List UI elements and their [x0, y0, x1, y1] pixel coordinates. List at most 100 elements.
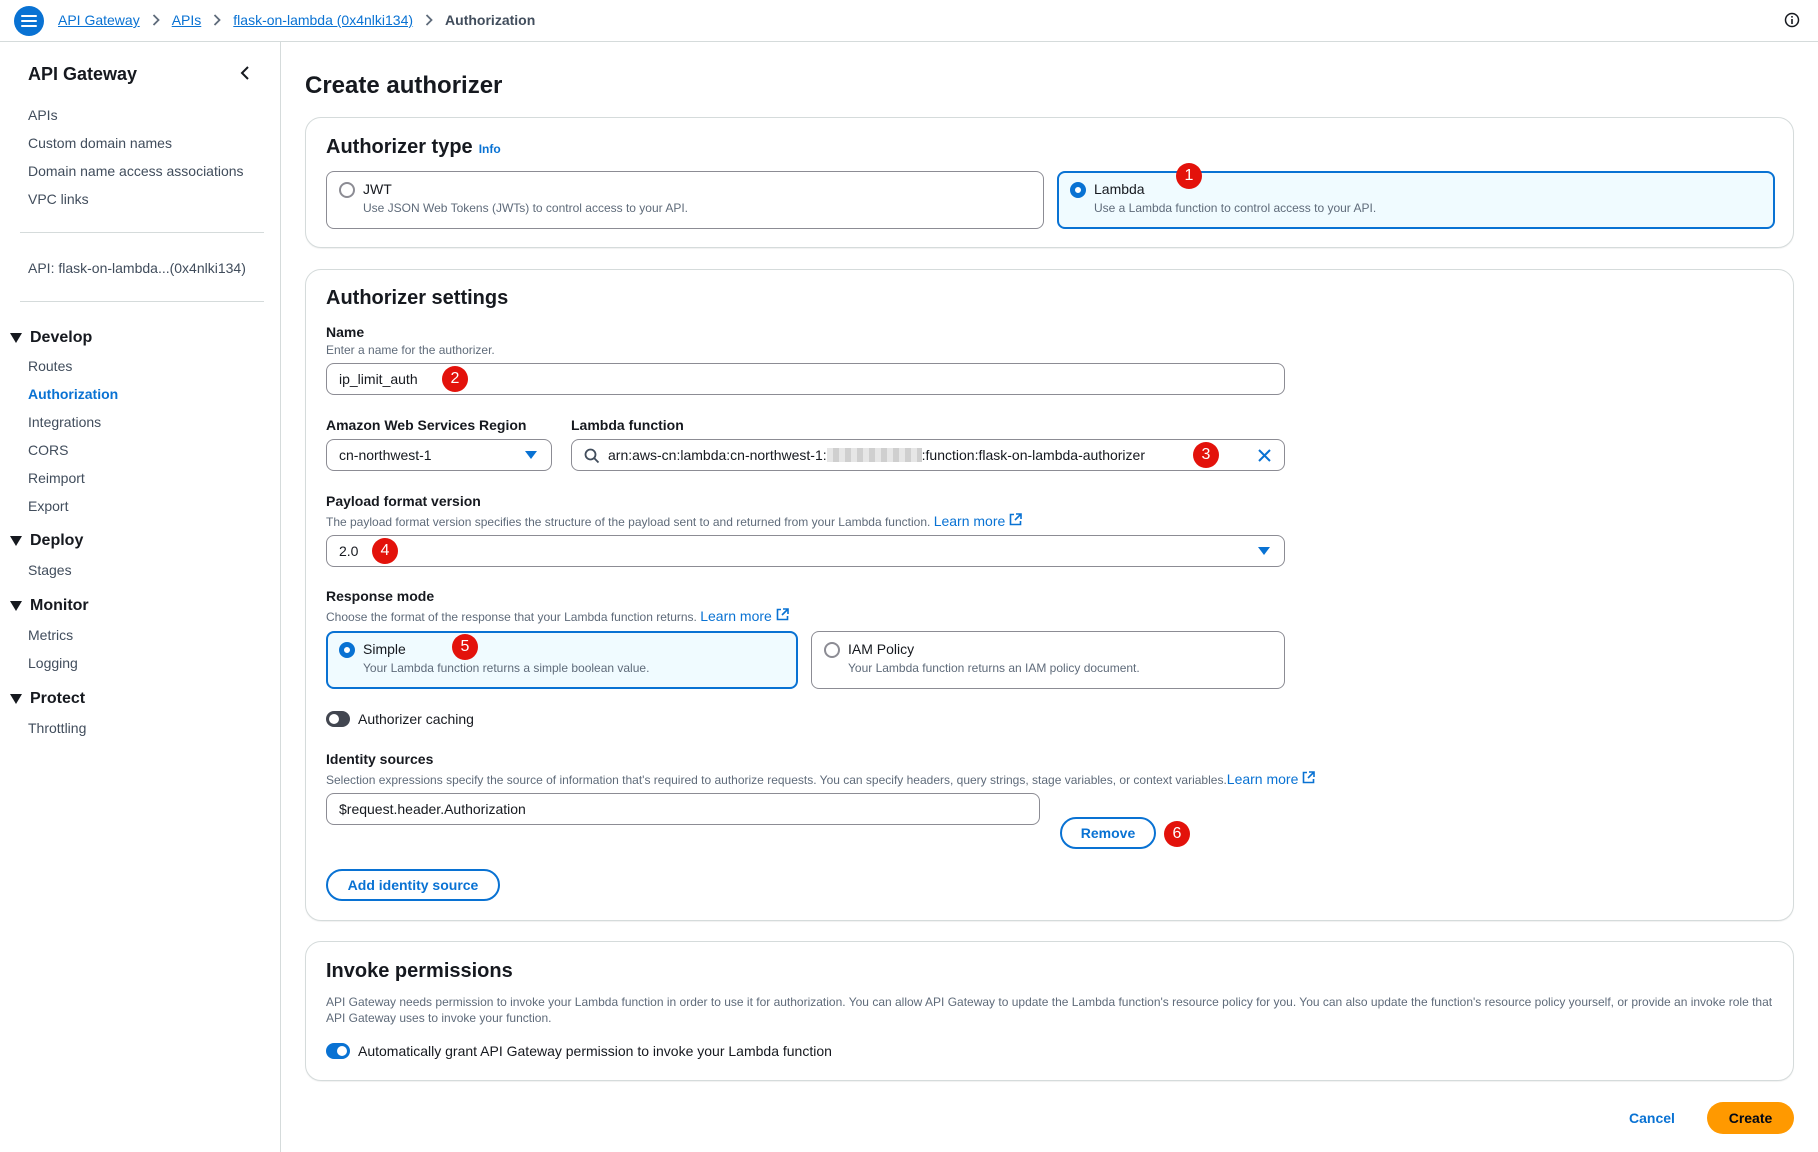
- add-identity-source-button[interactable]: Add identity source: [326, 869, 500, 901]
- invoke-permissions-panel: Invoke permissions API Gateway needs per…: [305, 941, 1794, 1081]
- jwt-radio[interactable]: [339, 182, 355, 198]
- simple-option[interactable]: Simple Your Lambda function returns a si…: [326, 631, 798, 689]
- section-monitor-label: Monitor: [30, 597, 89, 614]
- sidebar-item-cors[interactable]: CORS: [28, 442, 68, 458]
- iam-policy-radio[interactable]: [824, 642, 840, 658]
- jwt-desc: Use JSON Web Tokens (JWTs) to control ac…: [363, 201, 689, 215]
- caret-down-icon: [1258, 547, 1270, 555]
- sidebar-item-domain-name-access[interactable]: Domain name access associations: [28, 163, 244, 179]
- remove-button[interactable]: Remove: [1060, 817, 1156, 849]
- lambda-radio[interactable]: [1070, 182, 1086, 198]
- sidebar-item-reimport[interactable]: Reimport: [28, 470, 85, 486]
- sidebar-item-metrics[interactable]: Metrics: [28, 627, 73, 643]
- simple-radio[interactable]: [339, 642, 355, 658]
- authorizer-settings-panel: Authorizer settings Name Enter a name fo…: [305, 269, 1794, 921]
- sidebar-item-apis[interactable]: APIs: [28, 107, 58, 123]
- section-develop[interactable]: Develop: [10, 329, 92, 347]
- toggle-knob: [337, 1046, 347, 1056]
- section-protect[interactable]: Protect: [10, 690, 85, 708]
- chevron-right-icon: [425, 14, 433, 26]
- grant-permission-toggle[interactable]: [326, 1043, 350, 1059]
- toggle-knob: [329, 714, 339, 724]
- sidebar-api-label[interactable]: API: flask-on-lambda...(0x4nlki134): [28, 260, 246, 276]
- caret-down-icon: [525, 451, 537, 459]
- chevron-left-icon[interactable]: [240, 66, 250, 83]
- section-deploy-label: Deploy: [30, 532, 84, 549]
- breadcrumb-apis[interactable]: APIs: [172, 12, 202, 28]
- sidebar-item-export[interactable]: Export: [28, 498, 68, 514]
- simple-title: Simple: [363, 641, 406, 657]
- name-input[interactable]: ip_limit_auth: [326, 363, 1285, 395]
- lambda-arn-prefix: arn:aws-cn:lambda:cn-northwest-1:: [608, 447, 827, 463]
- region-select[interactable]: cn-northwest-1: [326, 439, 552, 471]
- lambda-function-label: Lambda function: [571, 417, 684, 433]
- simple-desc: Your Lambda function returns a simple bo…: [363, 661, 650, 675]
- breadcrumb-api[interactable]: flask-on-lambda (0x4nlki134): [233, 12, 413, 28]
- annotation-badge: 5: [452, 634, 478, 660]
- sidebar-item-integrations[interactable]: Integrations: [28, 414, 101, 430]
- close-icon[interactable]: [1257, 448, 1272, 463]
- annotation-badge: 2: [442, 366, 468, 392]
- learn-more-text: Learn more: [933, 513, 1006, 529]
- iam-policy-option[interactable]: IAM Policy Your Lambda function returns …: [811, 631, 1285, 689]
- iam-policy-desc: Your Lambda function returns an IAM poli…: [848, 661, 1140, 675]
- jwt-title: JWT: [363, 181, 392, 197]
- external-link-icon: [1009, 513, 1022, 526]
- identity-source-value: $request.header.Authorization: [339, 801, 526, 817]
- section-monitor[interactable]: Monitor: [10, 597, 89, 615]
- sidebar-item-authorization[interactable]: Authorization: [28, 386, 118, 402]
- name-label: Name: [326, 324, 365, 340]
- caching-label: Authorizer caching: [358, 711, 474, 727]
- redacted-account-id: [826, 448, 922, 462]
- response-mode-learn-more-link[interactable]: Learn more: [700, 608, 789, 624]
- info-circle-icon[interactable]: [1784, 12, 1800, 31]
- payload-learn-more-link[interactable]: Learn more: [934, 513, 1022, 529]
- caret-down-icon: [10, 333, 22, 343]
- divider: [20, 232, 264, 233]
- iam-policy-title: IAM Policy: [848, 641, 915, 657]
- divider: [20, 301, 264, 302]
- identity-sources-desc: Selection expressions specify the source…: [326, 771, 1316, 787]
- section-deploy[interactable]: Deploy: [10, 532, 83, 550]
- sidebar-item-custom-domain-names[interactable]: Custom domain names: [28, 135, 172, 151]
- breadcrumb-api-gateway[interactable]: API Gateway: [58, 12, 140, 28]
- identity-learn-more-link[interactable]: Learn more: [1226, 771, 1316, 787]
- breadcrumb: API Gateway APIs flask-on-lambda (0x4nlk…: [58, 12, 535, 28]
- identity-sources-label: Identity sources: [326, 751, 434, 767]
- sidebar-item-stages[interactable]: Stages: [28, 562, 72, 578]
- sidebar-item-routes[interactable]: Routes: [28, 358, 72, 374]
- sidebar-item-vpc-links[interactable]: VPC links: [28, 191, 89, 207]
- info-link[interactable]: Info: [479, 142, 501, 156]
- grant-permission-label: Automatically grant API Gateway permissi…: [358, 1043, 832, 1059]
- annotation-badge: 3: [1193, 442, 1219, 468]
- invoke-permissions-desc: API Gateway needs permission to invoke y…: [326, 995, 1773, 1025]
- authorizer-settings-heading: Authorizer settings: [326, 287, 509, 309]
- learn-more-text: Learn more: [1226, 771, 1299, 787]
- search-icon: [584, 448, 600, 464]
- menu-icon[interactable]: [14, 6, 44, 36]
- sidebar: API Gateway APIs Custom domain names Dom…: [0, 42, 281, 1152]
- invoke-permissions-heading: Invoke permissions: [326, 960, 513, 982]
- jwt-option[interactable]: JWT Use JSON Web Tokens (JWTs) to contro…: [326, 171, 1044, 229]
- authorizer-type-title: Authorizer type: [326, 136, 473, 158]
- chevron-right-icon: [152, 14, 160, 26]
- sidebar-item-logging[interactable]: Logging: [28, 655, 78, 671]
- learn-more-text: Learn more: [700, 608, 772, 624]
- caching-toggle[interactable]: [326, 711, 350, 727]
- identity-desc-text: Selection expressions specify the source…: [326, 773, 1227, 787]
- authorizer-type-panel: Authorizer type Info JWT Use JSON Web Tok…: [305, 117, 1794, 248]
- annotation-badge: 4: [372, 538, 398, 564]
- cancel-button[interactable]: Cancel: [1629, 1110, 1675, 1126]
- sidebar-title[interactable]: API Gateway: [28, 64, 137, 85]
- breadcrumb-current: Authorization: [445, 12, 536, 28]
- create-button[interactable]: Create: [1707, 1102, 1794, 1134]
- response-mode-desc: Choose the format of the response that y…: [326, 608, 789, 624]
- annotation-badge: 6: [1164, 821, 1190, 847]
- payload-select[interactable]: 2.0: [326, 535, 1285, 567]
- chevron-right-icon: [213, 14, 222, 26]
- identity-source-input[interactable]: $request.header.Authorization: [326, 793, 1040, 825]
- lambda-option[interactable]: Lambda Use a Lambda function to control …: [1057, 171, 1775, 229]
- caret-down-icon: [10, 694, 22, 704]
- lambda-function-input[interactable]: arn:aws-cn:lambda:cn-northwest-1::functi…: [571, 439, 1285, 471]
- sidebar-item-throttling[interactable]: Throttling: [28, 720, 86, 736]
